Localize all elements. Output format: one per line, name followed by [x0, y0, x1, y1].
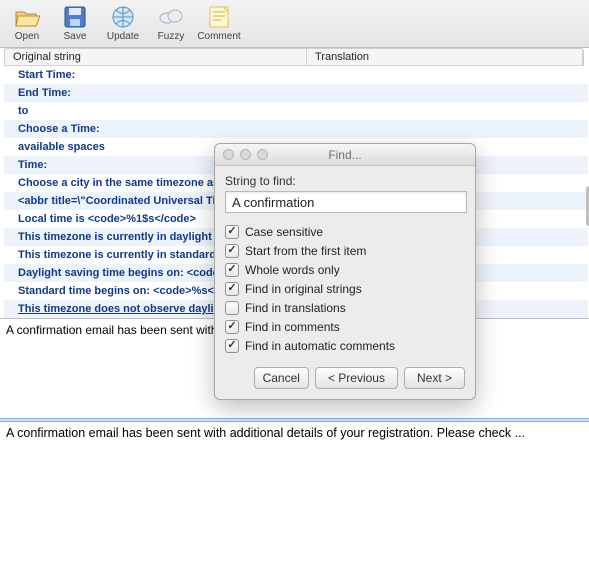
table-row[interactable]: Start Time: [4, 66, 588, 84]
open-button[interactable]: Open [4, 2, 50, 42]
table-row[interactable]: Choose a Time: [4, 120, 588, 138]
update-button[interactable]: Update [100, 2, 146, 42]
fuzzy-label: Fuzzy [158, 32, 185, 42]
globe-update-icon [109, 3, 137, 31]
find-label: String to find: [225, 174, 465, 188]
column-translation[interactable]: Translation [307, 49, 583, 65]
save-button[interactable]: Save [52, 2, 98, 42]
column-headers: Original string Translation [4, 48, 584, 66]
find-dialog-titlebar[interactable]: Find... [215, 144, 475, 166]
find-input[interactable] [225, 191, 467, 213]
option-find-translations[interactable]: Find in translations [225, 299, 465, 317]
zoom-window-icon[interactable] [257, 149, 268, 160]
floppy-save-icon [61, 3, 89, 31]
next-button[interactable]: Next > [404, 367, 465, 389]
cloud-fuzzy-icon [157, 3, 185, 31]
checkbox-icon[interactable] [225, 320, 239, 334]
save-label: Save [64, 32, 87, 42]
update-label: Update [107, 32, 139, 42]
option-whole-words[interactable]: Whole words only [225, 261, 465, 279]
checkbox-icon[interactable] [225, 263, 239, 277]
previous-button[interactable]: < Previous [315, 367, 398, 389]
checkbox-icon[interactable] [225, 225, 239, 239]
comment-button[interactable]: Comment [196, 2, 242, 42]
checkbox-icon[interactable] [225, 282, 239, 296]
checkbox-icon[interactable] [225, 339, 239, 353]
column-original[interactable]: Original string [5, 49, 307, 65]
checkbox-icon[interactable] [225, 301, 239, 315]
open-label: Open [15, 32, 39, 42]
comment-label: Comment [197, 32, 240, 42]
translation-text: A confirmation email has been sent with … [6, 426, 525, 440]
translation-text-pane[interactable]: A confirmation email has been sent with … [0, 422, 589, 532]
fuzzy-button[interactable]: Fuzzy [148, 2, 194, 42]
checkbox-icon[interactable] [225, 244, 239, 258]
note-comment-icon [205, 3, 233, 31]
find-options: Case sensitive Start from the first item… [225, 223, 465, 355]
option-start-first[interactable]: Start from the first item [225, 242, 465, 260]
find-dialog: Find... String to find: Case sensitive S… [214, 143, 476, 400]
folder-open-icon [13, 3, 41, 31]
option-find-comments[interactable]: Find in comments [225, 318, 465, 336]
close-window-icon[interactable] [223, 149, 234, 160]
minimize-window-icon[interactable] [240, 149, 251, 160]
table-row[interactable]: End Time: [4, 84, 588, 102]
option-case-sensitive[interactable]: Case sensitive [225, 223, 465, 241]
cancel-button[interactable]: Cancel [254, 367, 309, 389]
option-find-auto-comments[interactable]: Find in automatic comments [225, 337, 465, 355]
window-controls [223, 149, 268, 160]
option-find-original[interactable]: Find in original strings [225, 280, 465, 298]
table-row[interactable]: to [4, 102, 588, 120]
toolbar: Open Save Update Fuzzy Comment [0, 0, 589, 48]
